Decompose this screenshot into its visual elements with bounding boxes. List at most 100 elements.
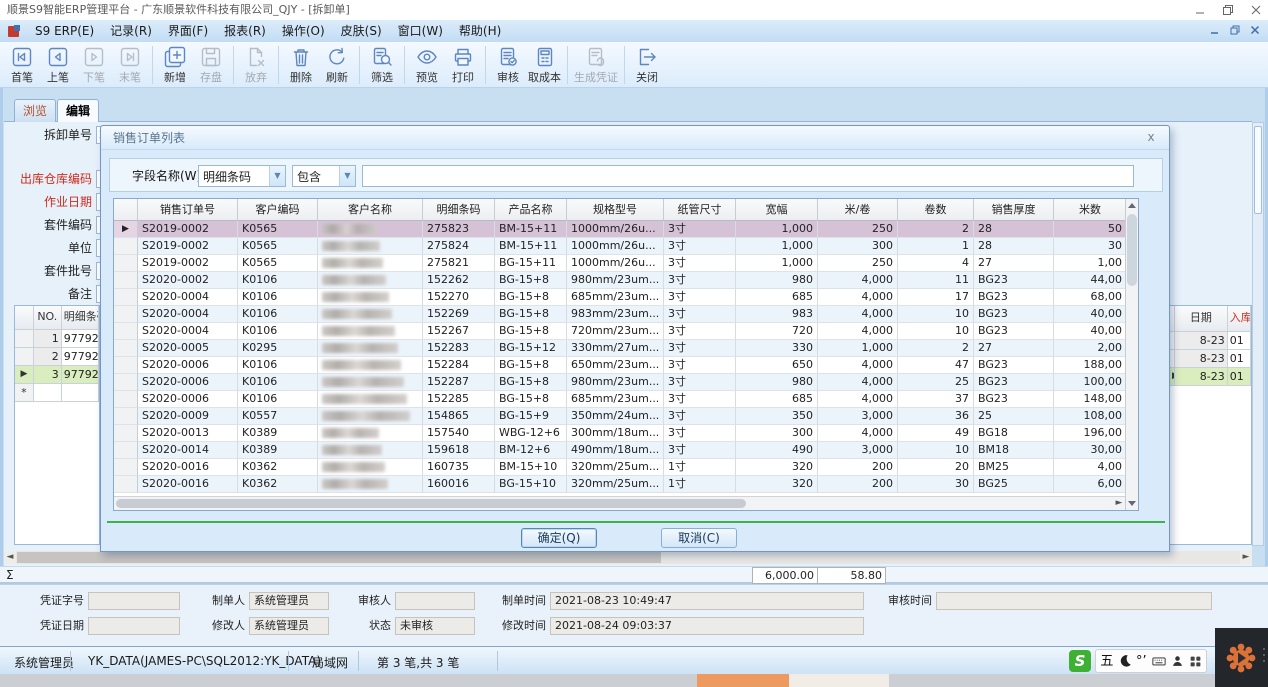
- moon-icon[interactable]: [1118, 654, 1132, 668]
- mdi-minimize-icon[interactable]: [1210, 24, 1220, 38]
- menu-item-1[interactable]: 记录(R): [102, 20, 160, 42]
- hscroll-thumb[interactable]: [17, 552, 661, 563]
- mdi-restore-icon[interactable]: [1230, 24, 1240, 38]
- grid-column-header[interactable]: [15, 306, 34, 330]
- table-vertical-scrollbar[interactable]: [1125, 199, 1138, 510]
- column-header-width[interactable]: 宽幅: [736, 199, 818, 221]
- toolbar-audit-button[interactable]: 审核: [490, 44, 526, 86]
- scroll-up-icon[interactable]: [1128, 203, 1136, 208]
- punctuation-indicator[interactable]: °’: [1136, 655, 1147, 668]
- grid-row[interactable]: 297792: [15, 348, 99, 366]
- table-hscroll-thumb[interactable]: [116, 499, 746, 508]
- column-header-indicator[interactable]: [114, 199, 138, 221]
- dialog-title-bar[interactable]: 销售订单列表 x: [101, 126, 1169, 150]
- grid-row[interactable]: ▶8-2301: [1170, 368, 1251, 386]
- tab-browse[interactable]: 浏览: [14, 99, 56, 122]
- column-header-meters[interactable]: 米数: [1054, 199, 1127, 221]
- grid-row[interactable]: ▶397792: [15, 366, 99, 384]
- column-header-order-no[interactable]: 销售订单号: [138, 199, 238, 221]
- vscroll-thumb[interactable]: [1254, 126, 1262, 214]
- minimize-icon[interactable]: [1194, 4, 1206, 16]
- chevron-down-icon[interactable]: ▼: [269, 166, 285, 186]
- table-row[interactable]: S2020-0013K0389157540WBG-12+6300mm/18um.…: [114, 425, 1138, 442]
- scroll-right-icon[interactable]: ►: [1240, 551, 1252, 564]
- chevron-down-icon[interactable]: ▼: [339, 166, 355, 186]
- table-row[interactable]: S2020-0006K0106152287BG-15+8980mm/23um..…: [114, 374, 1138, 391]
- column-header-spec-model[interactable]: 规格型号: [567, 199, 664, 221]
- column-header-customer-name[interactable]: 客户名称: [318, 199, 423, 221]
- table-scroll-right-icon[interactable]: ►: [1113, 497, 1125, 510]
- column-header-tube-size[interactable]: 纸管尺寸: [664, 199, 736, 221]
- grid-row[interactable]: 8-2301: [1170, 332, 1251, 350]
- dialog-close-icon[interactable]: x: [1143, 129, 1159, 145]
- scroll-left-icon[interactable]: ◄: [4, 551, 16, 564]
- table-row[interactable]: S2020-0009K0557154865BG-15+9350mm/24um..…: [114, 408, 1138, 425]
- menu-item-3[interactable]: 报表(R): [216, 20, 274, 42]
- table-row[interactable]: S2020-0016K0362160735BM-15+10320mm/25um.…: [114, 459, 1138, 476]
- table-horizontal-scrollbar[interactable]: ►: [114, 496, 1125, 510]
- table-row[interactable]: S2020-0016K0362160016BG-15+10320mm/25um.…: [114, 476, 1138, 493]
- column-header-roll-count[interactable]: 卷数: [898, 199, 974, 221]
- table-row[interactable]: S2020-0004K0106152267BG-15+8720mm/23um..…: [114, 323, 1138, 340]
- cancel-button[interactable]: 取消(C): [661, 528, 737, 548]
- grid-column-header[interactable]: 入库仓库: [1228, 306, 1251, 332]
- table-row[interactable]: S2020-0004K0106152270BG-15+8685mm/23um..…: [114, 289, 1138, 306]
- column-header-customer-code[interactable]: 客户编码: [238, 199, 318, 221]
- grid-column-header[interactable]: NO.: [34, 306, 62, 330]
- column-header-sale-thickness[interactable]: 销售厚度: [974, 199, 1054, 221]
- grid-column-header[interactable]: 明细条码: [62, 306, 99, 330]
- menu-item-4[interactable]: 操作(O): [274, 20, 333, 42]
- mdi-close-icon[interactable]: [1250, 24, 1260, 38]
- filter-search-input[interactable]: [362, 165, 1134, 187]
- toolbar-discard-button[interactable]: 放弃: [238, 44, 274, 86]
- ok-button[interactable]: 确定(Q): [521, 528, 597, 548]
- close-icon[interactable]: [1250, 4, 1262, 16]
- taskbar-app-orange[interactable]: [697, 674, 789, 687]
- more-dots-icon[interactable]: [1263, 648, 1265, 662]
- taskbar-app-pale[interactable]: [789, 674, 889, 687]
- sogou-input-icon[interactable]: S: [1069, 650, 1091, 672]
- toolbar-voucher-button[interactable]: 生成凭证: [572, 44, 620, 86]
- table-row[interactable]: S2020-0006K0106152285BG-15+8685mm/23um..…: [114, 391, 1138, 408]
- toolbar-save-button[interactable]: 存盘: [193, 44, 229, 86]
- scroll-down-icon[interactable]: [1128, 501, 1136, 506]
- toolbar-last-record-button[interactable]: 末笔: [112, 44, 148, 86]
- table-row[interactable]: S2020-0004K0106152269BG-15+8983mm/23um..…: [114, 306, 1138, 323]
- toolbar-print-button[interactable]: 打印: [445, 44, 481, 86]
- table-vscroll-thumb[interactable]: [1127, 214, 1137, 286]
- toolbar-first-record-button[interactable]: 首笔: [4, 44, 40, 86]
- user-icon[interactable]: [1171, 654, 1184, 668]
- grid-icon[interactable]: [1189, 655, 1202, 668]
- menu-item-0[interactable]: S9 ERP(E): [27, 20, 102, 42]
- corner-app-widget[interactable]: [1215, 628, 1268, 687]
- toolbar-cost-button[interactable]: 取成本: [526, 44, 563, 86]
- toolbar-close-form-button[interactable]: 关闭: [629, 44, 665, 86]
- restore-icon[interactable]: [1222, 4, 1234, 16]
- menu-item-7[interactable]: 帮助(H): [451, 20, 509, 42]
- toolbar-next-record-button[interactable]: 下笔: [76, 44, 112, 86]
- toolbar-preview-button[interactable]: 预览: [409, 44, 445, 86]
- column-header-product-name[interactable]: 产品名称: [495, 199, 567, 221]
- main-vertical-scrollbar[interactable]: [1252, 122, 1264, 546]
- keyboard-icon[interactable]: [1151, 654, 1167, 668]
- menu-item-2[interactable]: 界面(F): [160, 20, 216, 42]
- filter-field-select[interactable]: 明细条码 ▼: [198, 165, 286, 187]
- wubi-indicator[interactable]: 五: [1100, 655, 1113, 668]
- grid-column-header[interactable]: 日期: [1175, 306, 1228, 332]
- grid-row[interactable]: 8-2301: [1170, 350, 1251, 368]
- grid-new-row[interactable]: *: [15, 384, 99, 402]
- column-header-meters-per-roll[interactable]: 米/卷: [818, 199, 898, 221]
- tab-edit[interactable]: 编辑: [57, 99, 99, 122]
- toolbar-filter-button[interactable]: 筛选: [364, 44, 400, 86]
- grid-row[interactable]: 197792: [15, 330, 99, 348]
- table-row[interactable]: S2020-0002K0106152262BG-15+8980mm/23um..…: [114, 272, 1138, 289]
- table-row[interactable]: S2019-0002K0565275824BM-15+111000mm/26u.…: [114, 238, 1138, 255]
- table-row[interactable]: S2019-0002K0565275821BG-15+111000mm/26u.…: [114, 255, 1138, 272]
- toolbar-add-record-button[interactable]: 新增: [157, 44, 193, 86]
- column-header-detail-barcode[interactable]: 明细条码: [423, 199, 495, 221]
- menu-item-6[interactable]: 窗口(W): [390, 20, 451, 42]
- main-horizontal-scrollbar[interactable]: ◄ ►: [4, 551, 1252, 564]
- toolbar-delete-button[interactable]: 删除: [283, 44, 319, 86]
- filter-operator-select[interactable]: 包含 ▼: [292, 165, 356, 187]
- menu-item-5[interactable]: 皮肤(S): [333, 20, 390, 42]
